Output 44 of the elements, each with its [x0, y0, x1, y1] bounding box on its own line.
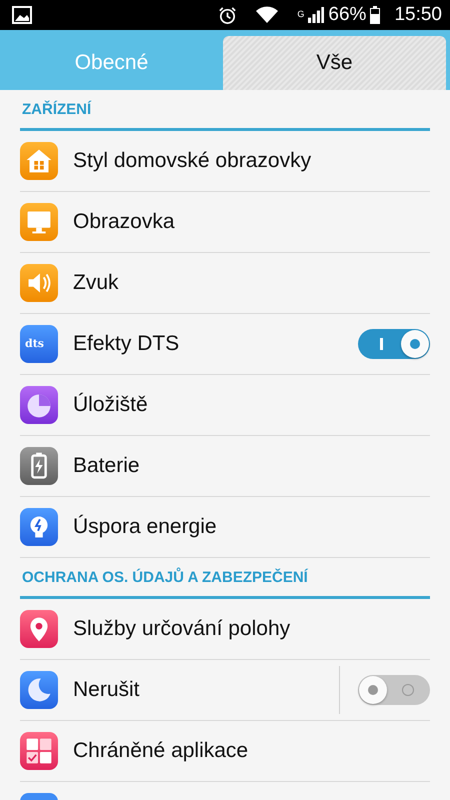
alarm-icon [218, 6, 238, 24]
dts-icon [20, 325, 58, 363]
battery-icon [370, 6, 380, 24]
item-label: Služby určování polohy [73, 617, 292, 641]
settings-item[interactable]: Nerušit [20, 660, 430, 721]
image-icon [12, 6, 32, 24]
house-icon [20, 142, 58, 180]
lightbulb-icon [20, 508, 58, 546]
item-label: Zvuk [73, 271, 120, 295]
item-label: Nerušit [73, 678, 141, 702]
item-label: Styl domovské obrazovky [73, 149, 312, 173]
item-label: Baterie [73, 454, 141, 478]
item-label: Úložiště [73, 393, 149, 417]
settings-item[interactable]: Úložiště [20, 375, 430, 436]
monitor-icon [20, 203, 58, 241]
signal-icon [308, 6, 324, 24]
settings-item[interactable]: Obrazovka [20, 192, 430, 253]
section-header: OCHRANA OS. ÚDAJŮ A ZABEZPEČENÍ [22, 568, 308, 586]
settings-item[interactable]: Chráněné aplikace [20, 721, 430, 782]
grid-icon [20, 732, 58, 770]
toggle-switch[interactable] [358, 329, 430, 359]
speaker-icon [20, 264, 58, 302]
battery-icon [20, 447, 58, 485]
network-type: G [297, 9, 304, 19]
settings-item[interactable]: Zvuk [20, 253, 430, 314]
settings-item[interactable]: Styl domovské obrazovky [20, 131, 430, 192]
item-label: Obrazovka [73, 210, 176, 234]
settings-item[interactable]: Úspora energie [20, 497, 430, 558]
item-label: Úspora energie [73, 515, 218, 539]
settings-item[interactable]: Baterie [20, 436, 430, 497]
settings-item[interactable]: dts Efekty DTS [20, 314, 430, 375]
toggle-switch[interactable] [358, 675, 430, 705]
item-label: Chráněné aplikace [73, 739, 250, 763]
wifi-icon [255, 6, 280, 24]
pie-chart-icon [20, 386, 58, 424]
tab[interactable]: Vše [223, 36, 446, 90]
location-pin-icon [20, 610, 58, 648]
settings-item[interactable]: Služby určování polohy [20, 599, 430, 660]
section-header: ZAŘÍZENÍ [22, 100, 92, 118]
battery-percent: 66% [328, 4, 366, 26]
item-label: Efekty DTS [73, 332, 180, 356]
moon-icon [20, 671, 58, 709]
clock: 15:50 [394, 4, 442, 26]
dts-logo-text: dts [25, 337, 44, 350]
